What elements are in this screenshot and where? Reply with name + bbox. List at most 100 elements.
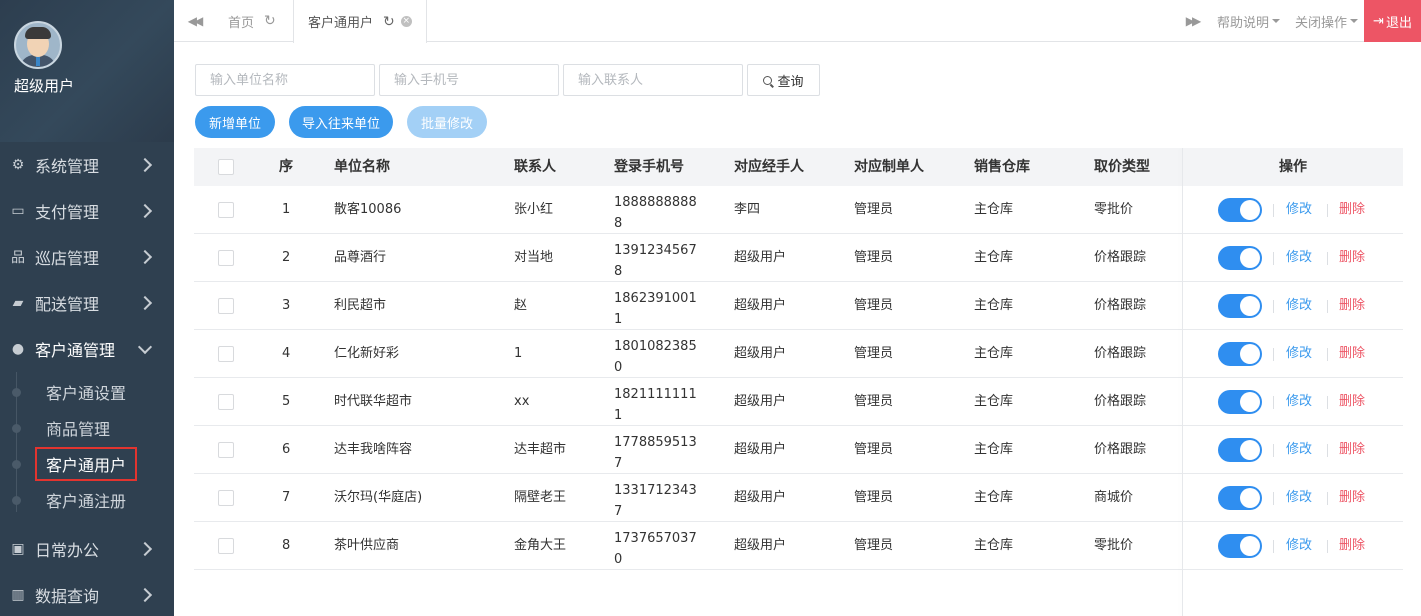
cell-price: 零批价 xyxy=(1094,538,1134,553)
delete-link[interactable]: 删除 xyxy=(1339,234,1365,282)
cell-contact: 对当地 xyxy=(514,250,554,265)
divider xyxy=(1273,396,1274,409)
sidebar-item-patrol[interactable]: 品 巡店管理 xyxy=(0,234,174,280)
cell-unit: 沃尔玛(华庭店) xyxy=(334,490,423,505)
chevron-right-icon xyxy=(137,249,153,265)
sidebar-item-data[interactable]: ▥ 数据查询 xyxy=(0,572,174,616)
close-ops-menu[interactable]: 关闭操作 xyxy=(1295,0,1359,42)
caret-down-icon xyxy=(1272,19,1281,23)
row-checkbox[interactable] xyxy=(218,538,234,554)
delete-link[interactable]: 删除 xyxy=(1339,282,1365,330)
bar-chart-icon: ▥ xyxy=(11,587,25,603)
cell-maker: 管理员 xyxy=(854,490,894,505)
cell-handler: 超级用户 xyxy=(734,442,787,457)
sidebar-item-system[interactable]: ⚙ 系统管理 xyxy=(0,142,174,188)
row-checkbox[interactable] xyxy=(218,394,234,410)
row-checkbox[interactable] xyxy=(218,346,234,362)
close-icon[interactable]: × xyxy=(400,16,412,27)
col-handler: 对应经手人 xyxy=(734,159,804,175)
chevron-right-icon xyxy=(137,541,153,557)
divider xyxy=(1273,540,1274,553)
avatar[interactable] xyxy=(14,21,62,69)
divider xyxy=(1273,204,1274,217)
cell-maker: 管理员 xyxy=(854,202,894,217)
cell-seq: 7 xyxy=(282,490,291,505)
phone-input[interactable] xyxy=(379,64,559,96)
search-icon xyxy=(763,75,773,85)
edit-link[interactable]: 修改 xyxy=(1286,330,1312,378)
cell-phone: 13912345678 xyxy=(614,243,697,279)
cell-warehouse: 主仓库 xyxy=(974,202,1014,217)
edit-link[interactable]: 修改 xyxy=(1286,186,1312,234)
col-contact: 联系人 xyxy=(514,159,556,175)
delete-link[interactable]: 删除 xyxy=(1339,474,1365,522)
scroll-right-icon[interactable]: ▶▶ xyxy=(1172,0,1212,42)
enable-toggle[interactable] xyxy=(1218,438,1262,462)
refresh-icon[interactable]: ↻ xyxy=(264,13,276,29)
row-checkbox[interactable] xyxy=(218,298,234,314)
row-checkbox[interactable] xyxy=(218,442,234,458)
cell-price: 商城价 xyxy=(1094,490,1134,505)
sidebar-subitem-products[interactable]: 商品管理 xyxy=(0,411,174,445)
sign-out-icon: ⇥ xyxy=(1373,13,1384,29)
sidebar-item-office[interactable]: ▣ 日常办公 xyxy=(0,526,174,572)
row-checkbox[interactable] xyxy=(218,202,234,218)
col-maker: 对应制单人 xyxy=(854,159,924,175)
delete-link[interactable]: 删除 xyxy=(1339,522,1365,570)
enable-toggle[interactable] xyxy=(1218,486,1262,510)
cell-contact: 金角大王 xyxy=(514,538,567,553)
tab-home[interactable]: 首页 ↻ xyxy=(228,0,276,42)
edit-link[interactable]: 修改 xyxy=(1286,522,1312,570)
cell-phone: 17788595137 xyxy=(614,435,697,471)
divider xyxy=(1327,540,1328,553)
edit-link[interactable]: 修改 xyxy=(1286,234,1312,282)
cell-warehouse: 主仓库 xyxy=(974,490,1014,505)
sidebar-item-payment[interactable]: ▭ 支付管理 xyxy=(0,188,174,234)
divider xyxy=(1273,492,1274,505)
delete-link[interactable]: 删除 xyxy=(1339,186,1365,234)
delete-link[interactable]: 删除 xyxy=(1339,378,1365,426)
cell-contact: 张小红 xyxy=(514,202,554,217)
enable-toggle[interactable] xyxy=(1218,342,1262,366)
refresh-icon[interactable]: ↻ xyxy=(383,14,395,30)
import-unit-button[interactable]: 导入往来单位 xyxy=(289,106,393,138)
unit-name-input[interactable] xyxy=(195,64,375,96)
enable-toggle[interactable] xyxy=(1218,390,1262,414)
contact-input[interactable] xyxy=(563,64,743,96)
cell-unit: 散客10086 xyxy=(334,202,402,217)
enable-toggle[interactable] xyxy=(1218,198,1262,222)
sidebar-subitem-settings[interactable]: 客户通设置 xyxy=(0,375,174,409)
delete-link[interactable]: 删除 xyxy=(1339,330,1365,378)
edit-link[interactable]: 修改 xyxy=(1286,378,1312,426)
cell-seq: 8 xyxy=(282,538,291,553)
sidebar-item-delivery[interactable]: ▰ 配送管理 xyxy=(0,280,174,326)
user-name[interactable]: 超级用户 xyxy=(14,75,74,96)
edit-link[interactable]: 修改 xyxy=(1286,426,1312,474)
enable-toggle[interactable] xyxy=(1218,246,1262,270)
gears-icon: ⚙ xyxy=(11,157,25,173)
select-all-checkbox[interactable] xyxy=(218,159,234,175)
enable-toggle[interactable] xyxy=(1218,534,1262,558)
scroll-left-icon[interactable]: ◀◀ xyxy=(174,0,214,42)
edit-link[interactable]: 修改 xyxy=(1286,282,1312,330)
sidebar-item-label: 支付管理 xyxy=(35,203,100,222)
logout-button[interactable]: ⇥ 退出 xyxy=(1364,0,1421,42)
batch-edit-button[interactable]: 批量修改 xyxy=(407,106,487,138)
row-checkbox[interactable] xyxy=(218,250,234,266)
enable-toggle[interactable] xyxy=(1218,294,1262,318)
add-unit-button[interactable]: 新增单位 xyxy=(195,106,275,138)
row-checkbox[interactable] xyxy=(218,490,234,506)
edit-link[interactable]: 修改 xyxy=(1286,474,1312,522)
sidebar-item-label: 数据查询 xyxy=(35,587,100,606)
logout-label: 退出 xyxy=(1385,15,1412,31)
delete-link[interactable]: 删除 xyxy=(1339,426,1365,474)
briefcase-icon: ▣ xyxy=(11,541,25,557)
query-button[interactable]: 查询 xyxy=(747,64,820,96)
sidebar-subitem-register[interactable]: 客户通注册 xyxy=(0,483,174,517)
sidebar-subitem-label: 客户通用户 xyxy=(35,447,138,481)
help-menu[interactable]: 帮助说明 xyxy=(1217,0,1281,42)
sidebar-subitem-users[interactable]: 客户通用户 xyxy=(0,447,174,481)
chevron-down-icon xyxy=(137,339,153,355)
sidebar-item-customer[interactable]: ● 客户通管理 xyxy=(0,326,174,372)
tab-current[interactable]: 客户通用户 ↻ × xyxy=(293,0,427,43)
